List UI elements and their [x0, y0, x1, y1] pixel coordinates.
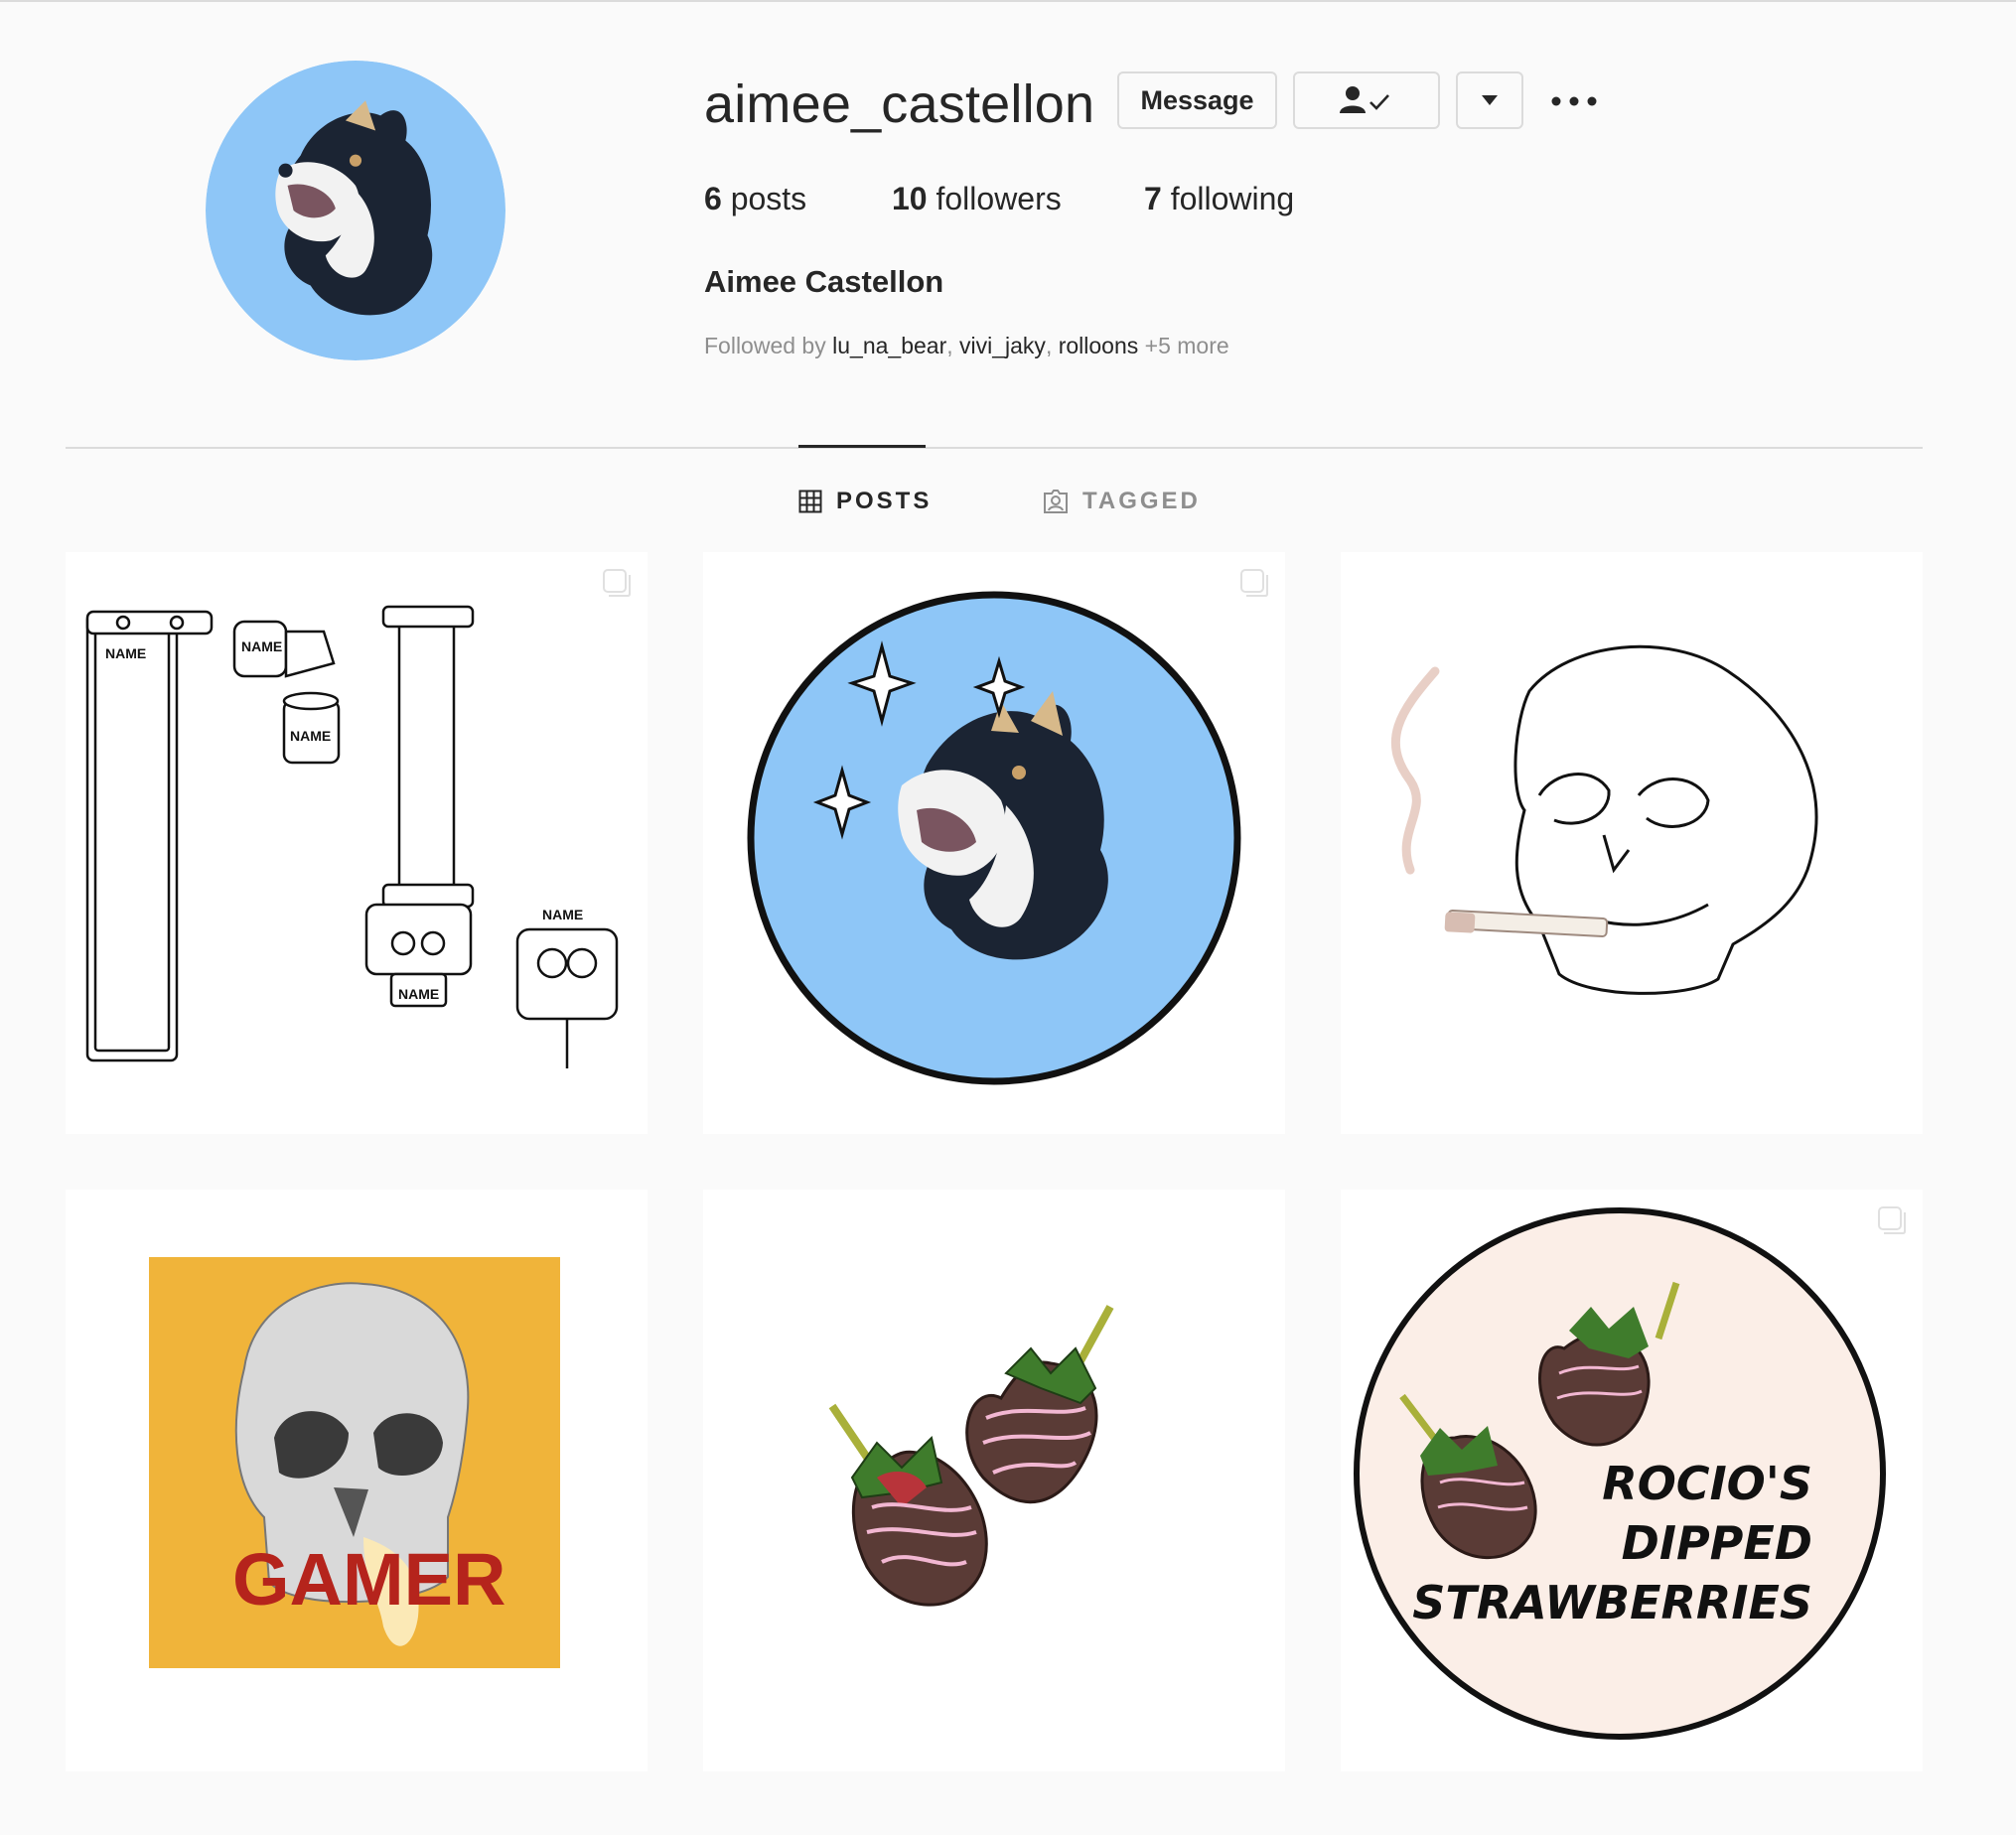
grid-icon: [798, 490, 822, 513]
logo-text-line: DIPPED: [1622, 1516, 1812, 1570]
followers-link[interactable]: 10 followers: [892, 175, 1062, 222]
multiple-photos-icon: [603, 569, 631, 597]
profile-username: aimee_castellon: [704, 74, 1095, 134]
tab-posts-label: POSTS: [836, 488, 933, 514]
post-6-logo-image: ROCIO'S DIPPED STRAWBERRIES: [1354, 1207, 1886, 1740]
post-tile[interactable]: [703, 1190, 1285, 1771]
part-label: NAME: [241, 638, 282, 654]
profile-full-name: Aimee Castellon: [704, 264, 944, 299]
follower-link[interactable]: rolloons: [1059, 333, 1139, 358]
profile-avatar[interactable]: [206, 61, 505, 360]
post-3-smoking-skull-image: [1390, 644, 1818, 995]
tagged-person-icon: [1044, 490, 1068, 513]
post-1-line-art-image: NAME NAME NAME NAME NAME: [85, 605, 619, 1068]
post-tile[interactable]: ROCIO'S DIPPED STRAWBERRIES: [1341, 1190, 1923, 1771]
follower-link[interactable]: lu_na_bear: [832, 333, 946, 358]
suggestions-dropdown-button[interactable]: [1456, 71, 1523, 129]
multiple-photos-icon: [1878, 1206, 1906, 1234]
post-5-strawberries-image: [828, 1305, 1114, 1607]
logo-text-line: ROCIO'S: [1602, 1457, 1812, 1510]
part-label: NAME: [542, 907, 583, 922]
multiple-photos-icon: [1240, 569, 1268, 597]
post-tile[interactable]: NAME NAME NAME NAME NAME: [66, 552, 648, 1134]
part-label: NAME: [398, 986, 439, 1002]
post-tile[interactable]: [703, 552, 1285, 1134]
tab-posts[interactable]: POSTS: [798, 484, 932, 519]
message-button[interactable]: Message: [1117, 71, 1277, 129]
part-label: NAME: [290, 728, 331, 744]
post-4-gamer-skull-image: GAMER: [149, 1257, 560, 1668]
post-tile[interactable]: GAMER: [66, 1190, 648, 1771]
following-button[interactable]: [1293, 71, 1440, 129]
caret-down-icon: [1482, 95, 1498, 105]
part-label: NAME: [105, 645, 146, 661]
post-2-dog-circle-image: [747, 591, 1241, 1085]
tab-tagged-label: TAGGED: [1082, 488, 1201, 514]
post-tile[interactable]: [1341, 552, 1923, 1134]
tab-tagged[interactable]: TAGGED: [1043, 484, 1201, 519]
logo-text-line: STRAWBERRIES: [1412, 1576, 1812, 1629]
top-border: [0, 0, 2016, 2]
followed-by-text[interactable]: Followed by lu_na_bear, vivi_jaky, rollo…: [704, 328, 1229, 363]
more-dots-icon: [1551, 96, 1597, 106]
person-check-icon: [1340, 86, 1389, 113]
follower-link[interactable]: vivi_jaky: [959, 333, 1046, 358]
following-link[interactable]: 7 following: [1144, 175, 1294, 222]
tabs-divider: [66, 447, 1923, 449]
more-options-button[interactable]: [1549, 83, 1599, 119]
avatar-dog-image: [206, 61, 505, 360]
active-tab-indicator: [798, 445, 926, 448]
gamer-text: GAMER: [232, 1538, 505, 1621]
posts-count: 6 posts: [704, 181, 807, 216]
